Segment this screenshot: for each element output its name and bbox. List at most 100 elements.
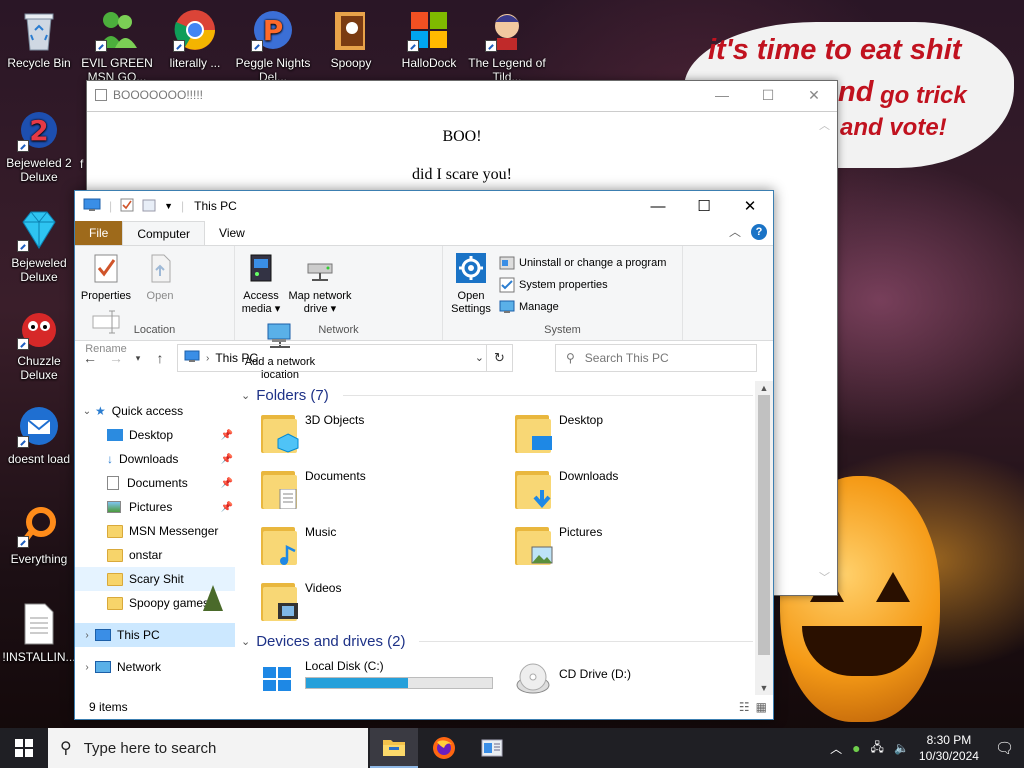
address-bar[interactable]: › This PC ⌄ ↻ xyxy=(177,344,513,372)
collapsed-chevron-icon[interactable]: › xyxy=(79,662,95,673)
desktop-icon-peggle[interactable]: P Peggle Nights Del... xyxy=(234,8,312,84)
desktop-icon-installing[interactable]: !INSTALLIN... xyxy=(0,602,78,664)
tab-view[interactable]: View xyxy=(205,221,259,245)
maximize-button[interactable]: ☐ xyxy=(681,191,727,221)
recent-locations-chevron-icon[interactable]: ▾ xyxy=(133,353,143,364)
desktop-icon-chuzzle[interactable]: Chuzzle Deluxe xyxy=(0,306,78,382)
customize-quick-access-icon[interactable]: ▼ xyxy=(164,201,173,211)
desktop-icon-literally[interactable]: literally ... xyxy=(156,8,234,70)
scroll-up-icon[interactable]: ︿ xyxy=(819,117,835,133)
group-collapse-chevron-icon[interactable]: ⌄ xyxy=(241,389,250,402)
properties-button[interactable]: Properties xyxy=(79,250,133,303)
scroll-down-icon[interactable]: ﹀ xyxy=(819,569,830,585)
up-arrow-icon[interactable]: ↑ xyxy=(151,350,169,366)
tab-file[interactable]: File xyxy=(75,221,123,245)
folder-videos[interactable]: Videos xyxy=(261,581,341,621)
system-properties-button[interactable]: System properties xyxy=(499,274,666,296)
taskbar-firefox[interactable] xyxy=(420,728,468,768)
scrollbar-thumb[interactable] xyxy=(758,395,770,655)
desktop-icon-hallodock[interactable]: HalloDock xyxy=(390,8,468,70)
nav-network[interactable]: › Network xyxy=(75,655,235,679)
search-input[interactable]: ⚲ Search This PC xyxy=(555,344,757,372)
notifications-icon[interactable]: 🗨 xyxy=(995,739,1014,757)
file-explorer-window[interactable]: | ▼ | This PC — ☐ ✕ File Computer View ︿… xyxy=(74,190,774,720)
diamond-gem-icon xyxy=(17,208,61,252)
address-dropdown-icon[interactable]: ⌄ xyxy=(475,351,484,364)
desktop-icon-bejeweled[interactable]: Bejeweled Deluxe xyxy=(0,208,78,284)
desktop-icon-doesnt-load[interactable]: doesnt load xyxy=(0,404,78,466)
scroll-down-icon[interactable]: ▼ xyxy=(755,683,773,693)
taskbar-app-window[interactable] xyxy=(468,728,516,768)
content-scrollbar[interactable]: ▲ ▼ xyxy=(755,381,773,695)
boo-scrollbar[interactable]: ︿ ﹀ xyxy=(819,117,835,585)
show-hidden-icons-chevron-icon[interactable]: ︿ xyxy=(830,740,842,757)
help-icon[interactable]: ? xyxy=(751,223,767,240)
volume-icon[interactable]: 🔈 xyxy=(894,741,909,755)
nav-item-downloads[interactable]: ↓ Downloads 📌 xyxy=(75,447,235,471)
desktop-icon-everything[interactable]: Everything xyxy=(0,504,78,566)
system-tray: ︿ ● 🖧 🔈 8:30 PM 10/30/2024 🗨 xyxy=(830,728,1024,768)
map-network-drive-button[interactable]: Map network drive ▾ xyxy=(283,250,357,316)
access-media-button[interactable]: Access media ▾ xyxy=(239,250,283,316)
desktop-icon-label: Everything xyxy=(10,552,68,566)
taskbar-search-box[interactable]: ⚲ Type here to search xyxy=(48,728,368,768)
breadcrumb-separator-icon[interactable]: › xyxy=(206,353,209,364)
desktop-icon-bejeweled-2[interactable]: 2 Bejeweled 2 Deluxe xyxy=(0,108,78,184)
folder-music[interactable]: Music xyxy=(261,525,336,565)
desktop-icon-spoopy[interactable]: Spoopy xyxy=(312,8,390,70)
folder-documents[interactable]: Documents xyxy=(261,469,366,509)
large-icons-view-icon[interactable]: ▦ xyxy=(756,700,767,714)
nav-quick-access[interactable]: ⌄ ★ Quick access xyxy=(75,399,235,423)
properties-quick-icon[interactable] xyxy=(120,198,134,215)
folder-desktop[interactable]: Desktop xyxy=(515,413,603,453)
this-pc-icon xyxy=(83,198,101,215)
nav-item-documents[interactable]: Documents 📌 xyxy=(75,471,235,495)
folder-pictures[interactable]: Pictures xyxy=(515,525,602,565)
uninstall-program-button[interactable]: Uninstall or change a program xyxy=(499,252,666,274)
start-button[interactable] xyxy=(0,728,48,768)
tab-computer[interactable]: Computer xyxy=(122,221,206,245)
collapse-ribbon-icon[interactable]: ︿ xyxy=(729,223,741,240)
file-explorer-icon xyxy=(383,740,405,756)
manage-button[interactable]: Manage xyxy=(499,296,666,318)
nav-item-msn-messenger[interactable]: MSN Messenger xyxy=(75,519,235,543)
folders-group-header[interactable]: ⌄ Folders (7) xyxy=(241,381,753,409)
maximize-button[interactable]: ☐ xyxy=(745,81,791,109)
clock[interactable]: 8:30 PM 10/30/2024 xyxy=(919,732,979,764)
devices-group-header[interactable]: ⌄ Devices and drives (2) xyxy=(241,627,753,655)
desktop-icon-recycle-bin[interactable]: Recycle Bin xyxy=(0,8,78,70)
collapsed-chevron-icon[interactable]: › xyxy=(79,630,95,641)
network-status-icon[interactable]: 🖧 xyxy=(871,738,884,759)
explorer-titlebar[interactable]: | ▼ | This PC — ☐ ✕ xyxy=(75,191,773,221)
boo-window-title: BOOOOOOO!!!!! xyxy=(113,88,204,102)
group-collapse-chevron-icon[interactable]: ⌄ xyxy=(241,635,250,648)
open-button[interactable]: Open xyxy=(133,250,187,303)
minimize-button[interactable]: — xyxy=(635,191,681,221)
scroll-up-icon[interactable]: ▲ xyxy=(755,383,773,393)
ribbon-group-label: System xyxy=(544,324,581,336)
drive-local-disk-c[interactable]: Local Disk (C:) xyxy=(261,659,493,695)
refresh-icon[interactable]: ↻ xyxy=(486,345,512,371)
nav-item-spoopy-games[interactable]: Spoopy games xyxy=(75,585,235,615)
expanded-chevron-icon[interactable]: ⌄ xyxy=(79,406,95,417)
folder-downloads[interactable]: Downloads xyxy=(515,469,618,509)
nav-this-pc[interactable]: › This PC xyxy=(75,623,235,647)
nav-item-desktop[interactable]: Desktop 📌 xyxy=(75,423,235,447)
details-view-icon[interactable]: ☷ xyxy=(739,700,750,714)
clock-time: 8:30 PM xyxy=(926,733,972,747)
close-button[interactable]: ✕ xyxy=(791,81,837,109)
desktop-icon-evil-green-msn[interactable]: EVIL GREEN MSN GO... xyxy=(78,8,156,84)
breadcrumb-this-pc[interactable]: This PC xyxy=(215,351,258,365)
taskbar: ⚲ Type here to search ︿ ● 🖧 🔈 8:30 PM 10… xyxy=(0,728,1024,768)
address-bar-row: ← → ▾ ↑ › This PC ⌄ ↻ ⚲ Search This PC xyxy=(75,341,773,375)
drive-cd-d[interactable]: CD Drive (D:) xyxy=(515,659,631,695)
folder-3d-objects[interactable]: 3D Objects xyxy=(261,413,364,453)
minimize-button[interactable]: — xyxy=(699,81,745,109)
messenger-tray-icon[interactable]: ● xyxy=(852,740,860,756)
desktop-icon-legend-of-tildes[interactable]: The Legend of Tild... xyxy=(468,8,546,84)
close-button[interactable]: ✕ xyxy=(727,191,773,221)
nav-item-onstar[interactable]: onstar xyxy=(75,543,235,567)
taskbar-file-explorer[interactable] xyxy=(370,728,418,768)
nav-item-pictures[interactable]: Pictures 📌 xyxy=(75,495,235,519)
new-folder-quick-icon[interactable] xyxy=(142,198,156,215)
